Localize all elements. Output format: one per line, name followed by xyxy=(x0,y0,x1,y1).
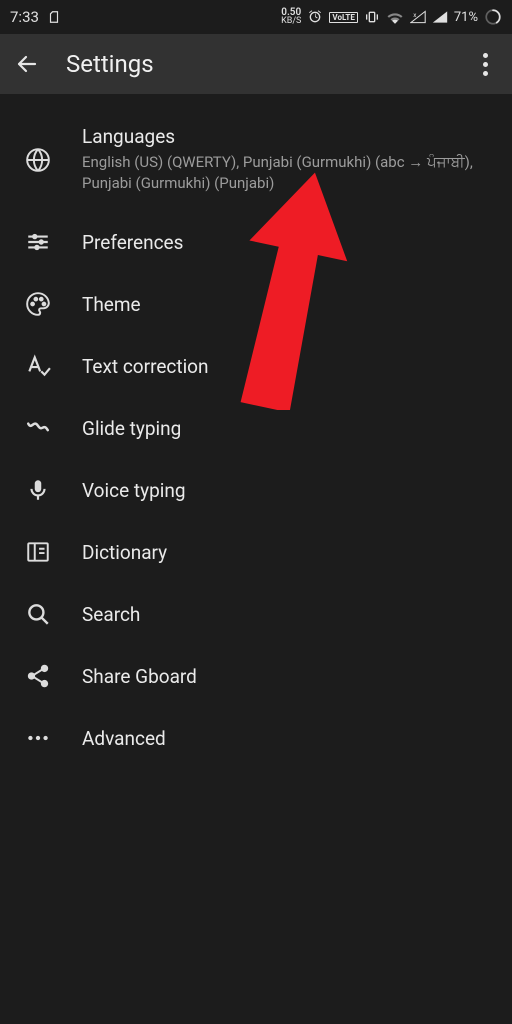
row-label: Share Gboard xyxy=(82,665,494,688)
row-theme[interactable]: Theme xyxy=(0,273,512,335)
row-label: Text correction xyxy=(82,355,494,378)
row-search[interactable]: Search xyxy=(0,583,512,645)
more-icon xyxy=(24,724,52,752)
row-text-correction[interactable]: Text correction xyxy=(0,335,512,397)
row-advanced[interactable]: Advanced xyxy=(0,707,512,769)
row-subtitle: English (US) (QWERTY), Punjabi (Gurmukhi… xyxy=(82,150,494,194)
signal-icon xyxy=(432,10,448,24)
row-label: Dictionary xyxy=(82,541,494,564)
row-label: Theme xyxy=(82,293,494,316)
app-bar: Settings xyxy=(0,34,512,94)
wifi-icon xyxy=(386,10,404,24)
share-icon xyxy=(24,662,52,690)
search-icon xyxy=(24,600,52,628)
signal-x-icon: x xyxy=(410,10,426,24)
row-label: Languages xyxy=(82,125,494,148)
row-dictionary[interactable]: Dictionary xyxy=(0,521,512,583)
battery-text: 71% xyxy=(454,10,478,25)
dictionary-icon xyxy=(24,538,52,566)
row-languages[interactable]: Languages English (US) (QWERTY), Punjabi… xyxy=(0,108,512,211)
text-correction-icon xyxy=(24,352,52,380)
sliders-icon xyxy=(24,228,52,256)
row-glide-typing[interactable]: Glide typing xyxy=(0,397,512,459)
data-speed: 0.50 KB/S xyxy=(281,8,301,25)
vibrate-icon xyxy=(364,9,380,25)
glide-icon xyxy=(24,414,52,442)
row-share-gboard[interactable]: Share Gboard xyxy=(0,645,512,707)
row-preferences[interactable]: Preferences xyxy=(0,211,512,273)
row-label: Search xyxy=(82,603,494,626)
mic-icon xyxy=(24,476,52,504)
overflow-menu-button[interactable] xyxy=(472,53,498,76)
globe-icon xyxy=(24,146,52,174)
sim-icon xyxy=(47,10,61,24)
alarm-icon xyxy=(307,9,323,25)
status-bar: 7:33 0.50 KB/S VoLTE x 71% xyxy=(0,0,512,34)
battery-ring-icon xyxy=(484,8,502,26)
row-label: Advanced xyxy=(82,727,494,750)
volte-badge: VoLTE xyxy=(329,12,357,23)
row-label: Glide typing xyxy=(82,417,494,440)
status-time: 7:33 xyxy=(10,8,39,26)
row-label: Voice typing xyxy=(82,479,494,502)
settings-list: Languages English (US) (QWERTY), Punjabi… xyxy=(0,94,512,769)
palette-icon xyxy=(24,290,52,318)
row-label: Preferences xyxy=(82,231,494,254)
page-title: Settings xyxy=(66,50,446,78)
back-button[interactable] xyxy=(14,51,40,77)
row-voice-typing[interactable]: Voice typing xyxy=(0,459,512,521)
